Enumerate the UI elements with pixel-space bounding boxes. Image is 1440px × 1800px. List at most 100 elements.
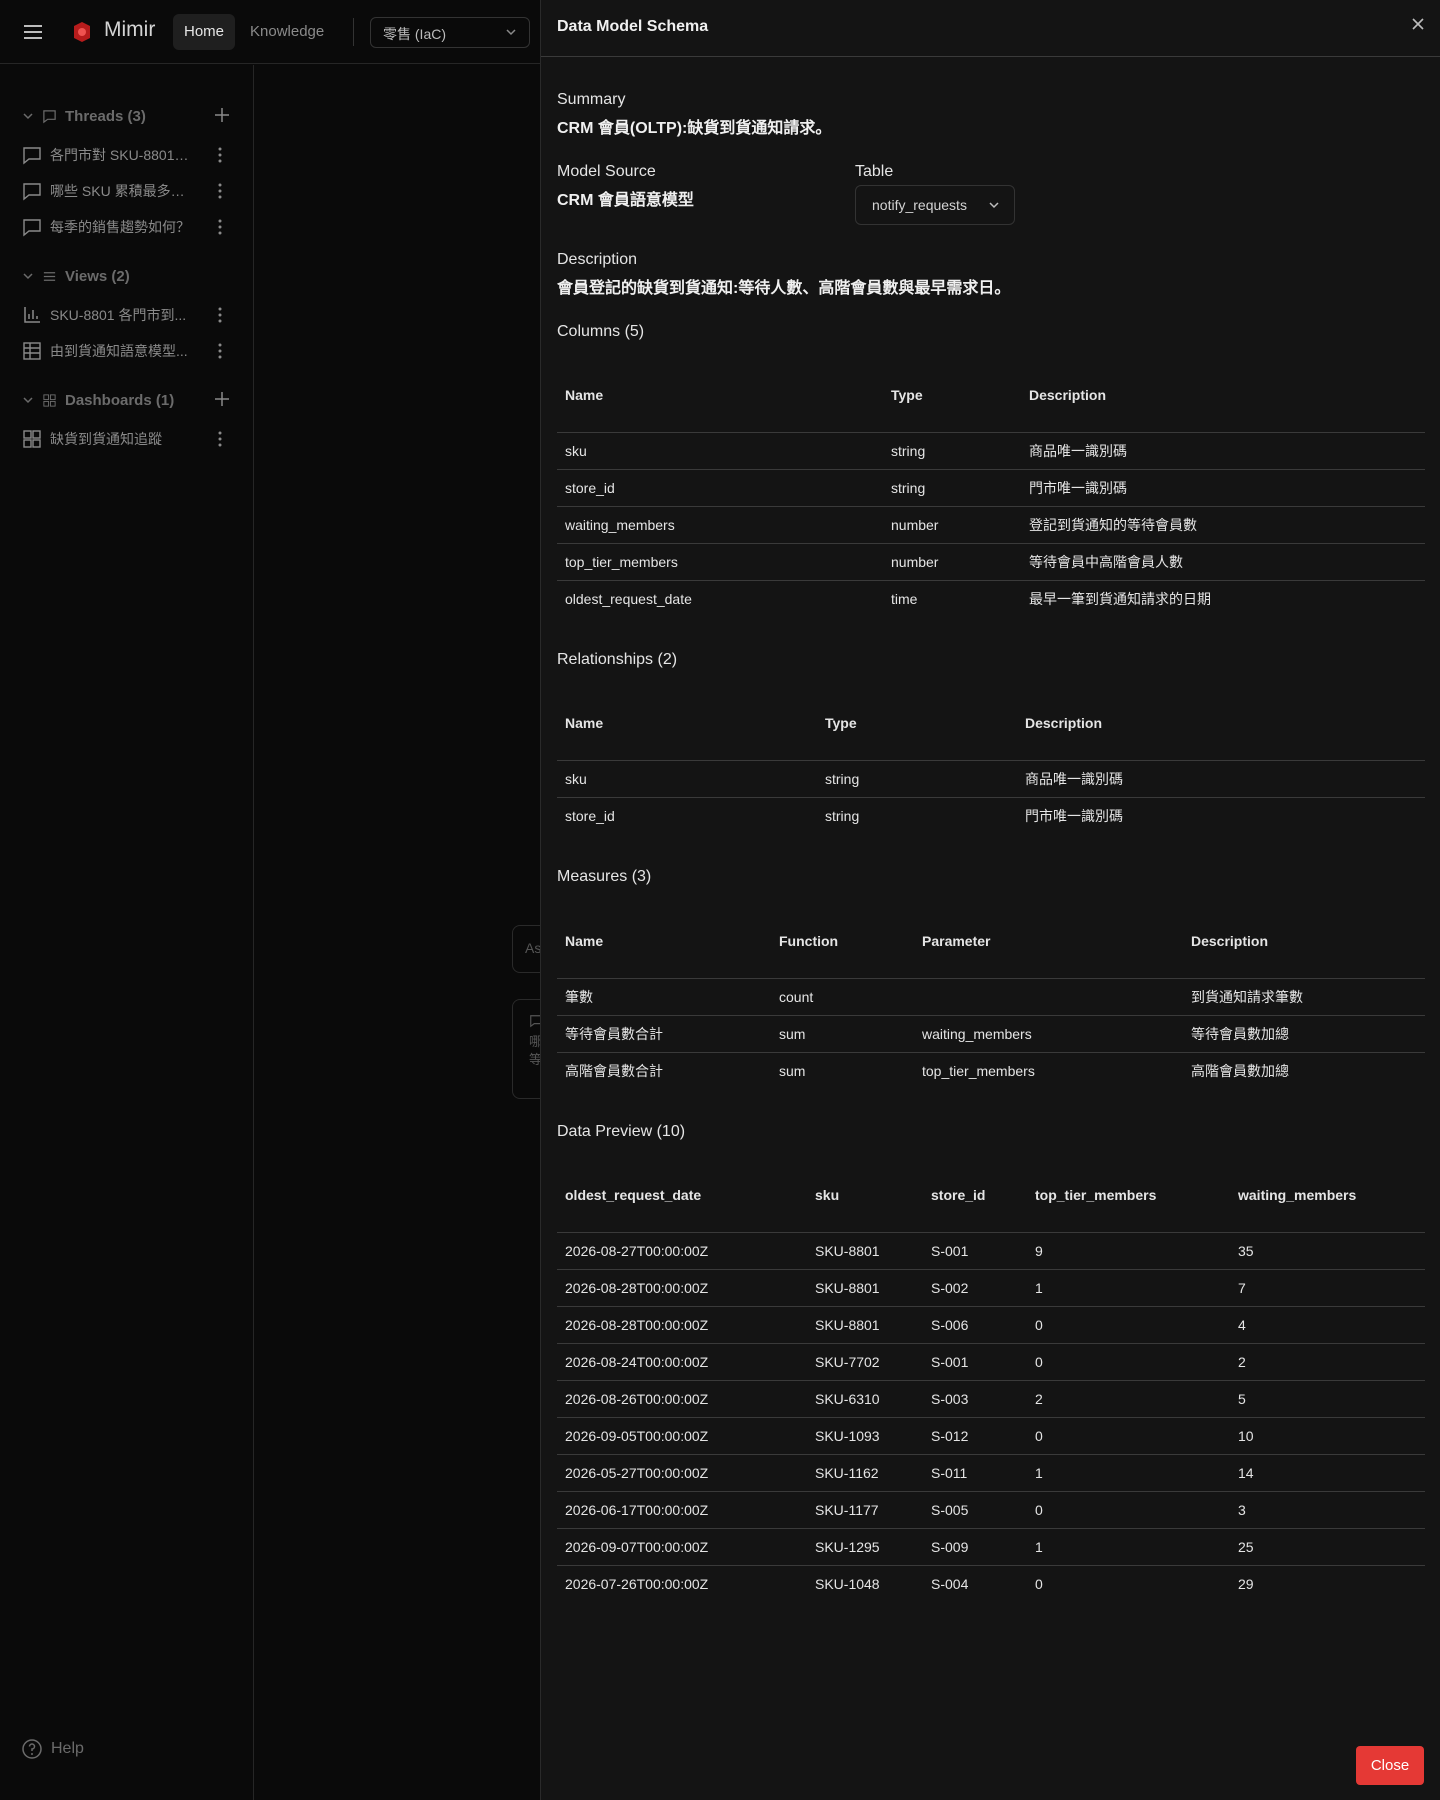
- cell-store-id: S-006: [923, 1306, 1027, 1344]
- nav-tab-home[interactable]: Home: [173, 14, 236, 50]
- sidebar-item-thread[interactable]: 每季的銷售趨勢如何？: [22, 215, 230, 239]
- dashboards-section-header[interactable]: Dashboards (1): [22, 389, 232, 411]
- table-row: sku string 商品唯一識別碼: [557, 432, 1425, 470]
- kebab-icon[interactable]: [210, 305, 230, 325]
- kebab-icon[interactable]: [210, 217, 230, 237]
- cell-store-id: S-003: [923, 1380, 1027, 1418]
- close-button[interactable]: Close: [1356, 1746, 1424, 1785]
- nav-tab-knowledge[interactable]: Knowledge: [239, 14, 335, 50]
- help-icon: [22, 1739, 42, 1759]
- chat-icon: [23, 219, 41, 237]
- cell-top-tier-members: 1: [1027, 1269, 1230, 1307]
- sidebar-item-thread[interactable]: 各門市對 SKU-8801 ...: [22, 143, 230, 167]
- cell-sku: SKU-1162: [807, 1454, 923, 1492]
- cell-waiting-members: 4: [1230, 1306, 1425, 1344]
- cell-name: top_tier_members: [557, 543, 883, 581]
- table-row: 2026-08-26T00:00:00Z SKU-6310 S-003 2 5: [557, 1380, 1425, 1418]
- column-header: Description: [1025, 715, 1103, 731]
- cell-description: 商品唯一識別碼: [1021, 432, 1425, 470]
- suggestion-card[interactable]: 哪 等: [512, 999, 542, 1099]
- model-source-value: CRM 會員語意模型: [557, 192, 694, 209]
- dashboards-section-title: Dashboards (1): [65, 391, 175, 409]
- cell-sku: SKU-1093: [807, 1417, 923, 1455]
- workspace-select[interactable]: 零售 (IaC): [370, 17, 530, 48]
- cell-sku: SKU-1048: [815, 1575, 880, 1592]
- cell-oldest-request-date: 2026-08-27T00:00:00Z: [557, 1232, 807, 1270]
- sidebar-item-label: SKU-8801 各門市到...: [50, 307, 187, 323]
- dashboard-icon: [23, 430, 41, 448]
- kebab-icon[interactable]: [210, 429, 230, 449]
- table-row: 2026-05-27T00:00:00Z SKU-1162 S-011 1 14: [557, 1454, 1425, 1492]
- table-row: 2026-09-07T00:00:00Z SKU-1295 S-009 1 25: [557, 1528, 1425, 1566]
- cell-sku: SKU-8801: [807, 1269, 923, 1307]
- table-row: 2026-09-05T00:00:00Z SKU-1093 S-012 0 10: [557, 1417, 1425, 1455]
- column-header: oldest_request_date: [565, 1187, 702, 1203]
- cell-name: store_id: [565, 807, 615, 824]
- cell-top-tier-members: 1: [1027, 1528, 1230, 1566]
- cell-type: number: [883, 543, 1021, 581]
- column-header: waiting_members: [1238, 1187, 1357, 1203]
- cell-oldest-request-date: 2026-08-24T00:00:00Z: [557, 1343, 807, 1381]
- cell-description: 門市唯一識別碼: [1025, 807, 1123, 824]
- data-preview-section-title: Data Preview (10): [557, 1123, 686, 1140]
- sidebar-item-label: 缺貨到貨通知追蹤: [50, 431, 162, 447]
- columns-table: Name Type Description sku string 商品唯一識別碼 s…: [557, 367, 1425, 617]
- kebab-icon[interactable]: [210, 181, 230, 201]
- kebab-icon[interactable]: [210, 341, 230, 361]
- nav-divider: [353, 18, 354, 46]
- chevron-down-icon: [506, 29, 516, 36]
- menu-icon[interactable]: [22, 21, 44, 43]
- kebab-icon[interactable]: [210, 145, 230, 165]
- cell-description: 等待會員數加總: [1183, 1015, 1425, 1053]
- table-row: 2026-06-17T00:00:00Z SKU-1177 S-005 0 3: [557, 1491, 1425, 1529]
- cell-oldest-request-date: 2026-08-26T00:00:00Z: [557, 1380, 807, 1418]
- dashboard-icon: [43, 393, 56, 407]
- close-icon[interactable]: [1408, 14, 1428, 34]
- cell-name: oldest_request_date: [565, 590, 692, 607]
- cell-store-id: S-012: [923, 1417, 1027, 1455]
- sidebar-item-dashboard[interactable]: 缺貨到貨通知追蹤: [22, 427, 230, 451]
- plus-icon[interactable]: [212, 105, 232, 125]
- table-row: 2026-07-26T00:00:00Z SKU-1048 S-004 0 29: [557, 1565, 1425, 1602]
- top-bar: Mimir Home Knowledge 零售 (IaC): [0, 0, 540, 64]
- table-row: top_tier_members number 等待會員中高階會員人數: [557, 543, 1425, 581]
- cell-top-tier-members: 1: [1027, 1454, 1230, 1492]
- views-section-header[interactable]: Views (2): [22, 265, 232, 287]
- column-header: Type: [825, 715, 857, 731]
- chat-icon: [23, 183, 41, 201]
- cell-store-id: S-001: [923, 1343, 1027, 1381]
- cell-sku: SKU-1177: [807, 1491, 923, 1529]
- data-preview-body: 2026-08-27T00:00:00Z SKU-8801 S-001 9 35 2026…: [557, 1232, 1425, 1602]
- table-select[interactable]: notify_requests: [855, 185, 1015, 225]
- column-header: Function: [779, 933, 839, 949]
- sidebar-item-view[interactable]: 由到貨通知語意模型...: [22, 339, 230, 363]
- chat-input[interactable]: As: [512, 925, 542, 973]
- chevron-down-icon: [23, 113, 33, 120]
- sidebar-item-view[interactable]: SKU-8801 各門市到...: [22, 303, 230, 327]
- column-header: store_id: [931, 1187, 986, 1203]
- threads-section-header[interactable]: Threads (3): [22, 105, 232, 127]
- cell-function: sum: [779, 1062, 806, 1079]
- sidebar-item-label: 每季的銷售趨勢如何？: [50, 219, 190, 235]
- sidebar-item-thread[interactable]: 哪些 SKU 累積最多到...: [22, 179, 230, 203]
- help-link[interactable]: Help: [21, 1738, 84, 1760]
- cell-type: string: [817, 760, 1017, 798]
- table-header-row: Name Type Description: [557, 695, 1425, 760]
- logo-icon: [74, 22, 90, 42]
- workspace-select-value: 零售 (IaC): [383, 26, 446, 42]
- table-row: 高階會員數合計 sum top_tier_members 高階會員數加總: [557, 1052, 1425, 1089]
- table-row: sku string 商品唯一識別碼: [557, 760, 1425, 798]
- cell-function: sum: [771, 1015, 914, 1053]
- cell-top-tier-members: 0: [1027, 1417, 1230, 1455]
- cell-waiting-members: 10: [1230, 1417, 1425, 1455]
- cell-function: count: [771, 978, 914, 1016]
- cell-description: 門市唯一識別碼: [1021, 469, 1425, 507]
- plus-icon[interactable]: [212, 389, 232, 409]
- cell-waiting-members: 5: [1230, 1380, 1425, 1418]
- cell-description: 登記到貨通知的等待會員數: [1021, 506, 1425, 544]
- column-header: sku: [815, 1187, 840, 1203]
- cell-name: sku: [557, 760, 817, 798]
- chat-icon: [23, 147, 41, 165]
- cell-description: 商品唯一識別碼: [1017, 760, 1425, 798]
- table-row: 筆數 count 到貨通知請求筆數: [557, 978, 1425, 1016]
